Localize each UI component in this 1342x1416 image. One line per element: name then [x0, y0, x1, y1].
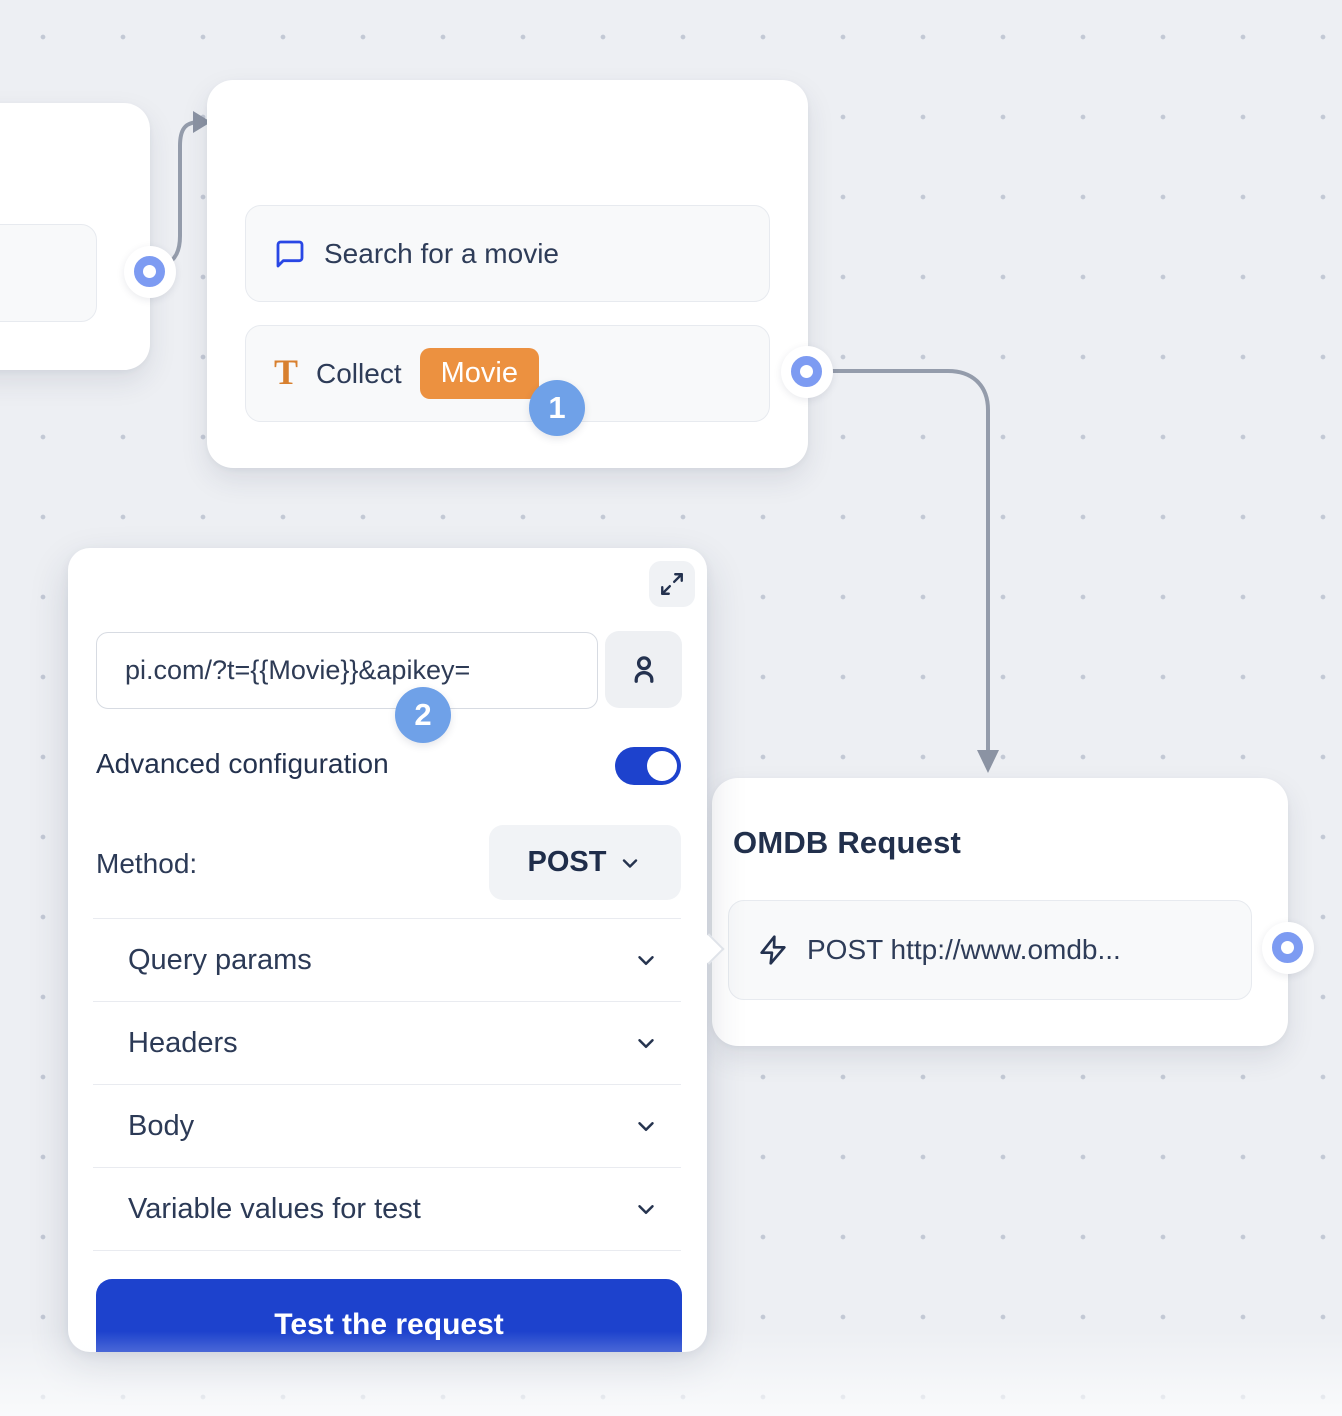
output-port-movie-search[interactable]	[781, 346, 833, 398]
request-config-panel: Advanced configuration Method: POST Quer…	[68, 548, 707, 1352]
lightning-icon	[757, 934, 789, 966]
section-label: Headers	[128, 1027, 238, 1060]
section-headers[interactable]: Headers	[93, 1001, 681, 1084]
variable-picker-button[interactable]	[605, 631, 682, 708]
request-url-input[interactable]	[96, 632, 598, 709]
expand-button[interactable]	[649, 561, 695, 607]
flow-canvas[interactable]: Movie search Search for a movie T Collec…	[0, 0, 1342, 1416]
step-badge-1: 1	[529, 380, 585, 436]
advanced-configuration-toggle[interactable]	[615, 747, 681, 785]
section-query-params[interactable]: Query params	[93, 918, 681, 1001]
collapsible-sections: Query params Headers Body Variable value…	[93, 918, 681, 1251]
row-label: POST http://www.omdb...	[807, 934, 1121, 966]
chevron-down-icon	[618, 851, 642, 875]
port-ring	[791, 356, 822, 387]
node-title: OMDB Request	[733, 825, 961, 861]
output-port-previous-node[interactable]	[124, 246, 176, 298]
section-label: Variable values for test	[128, 1193, 421, 1226]
test-request-button[interactable]: Test the request	[96, 1279, 682, 1352]
toggle-knob	[647, 751, 677, 781]
connector-prev-to-movie	[164, 122, 200, 266]
method-label: Method:	[96, 848, 197, 880]
chevron-down-icon	[633, 1196, 659, 1222]
chevron-down-icon	[633, 1113, 659, 1139]
connector-movie-to-omdb	[824, 371, 988, 750]
node-row-post-request[interactable]: POST http://www.omdb...	[728, 900, 1252, 1000]
chevron-down-icon	[633, 1030, 659, 1056]
section-variable-values[interactable]: Variable values for test	[93, 1167, 681, 1251]
section-label: Body	[128, 1110, 194, 1143]
method-select[interactable]: POST	[489, 825, 681, 900]
omdb-request-node[interactable]: OMDB Request POST http://www.omdb...	[712, 778, 1288, 1046]
method-value: POST	[528, 846, 607, 879]
section-label: Query params	[128, 944, 312, 977]
connector-arrowhead-down	[977, 750, 999, 773]
port-ring	[134, 256, 165, 287]
variable-badge-movie: Movie	[420, 348, 539, 399]
previous-node-card[interactable]	[0, 103, 150, 370]
output-port-omdb-request[interactable]	[1262, 922, 1314, 974]
node-row-search-for-movie[interactable]: Search for a movie	[245, 205, 770, 302]
person-icon	[626, 652, 662, 688]
node-row-collect-movie[interactable]: T Collect Movie	[245, 325, 770, 422]
section-body[interactable]: Body	[93, 1084, 681, 1167]
movie-search-node[interactable]: Movie search Search for a movie T Collec…	[207, 80, 808, 468]
advanced-configuration-label: Advanced configuration	[96, 748, 389, 780]
port-ring	[1272, 932, 1303, 963]
expand-icon	[659, 571, 685, 597]
row-label: Search for a movie	[324, 238, 559, 270]
previous-node-row[interactable]	[0, 224, 97, 322]
chevron-down-icon	[633, 947, 659, 973]
row-label: Collect	[316, 358, 402, 390]
step-badge-2: 2	[395, 687, 451, 743]
chat-bubble-icon	[274, 238, 306, 270]
text-input-icon: T	[274, 354, 298, 390]
